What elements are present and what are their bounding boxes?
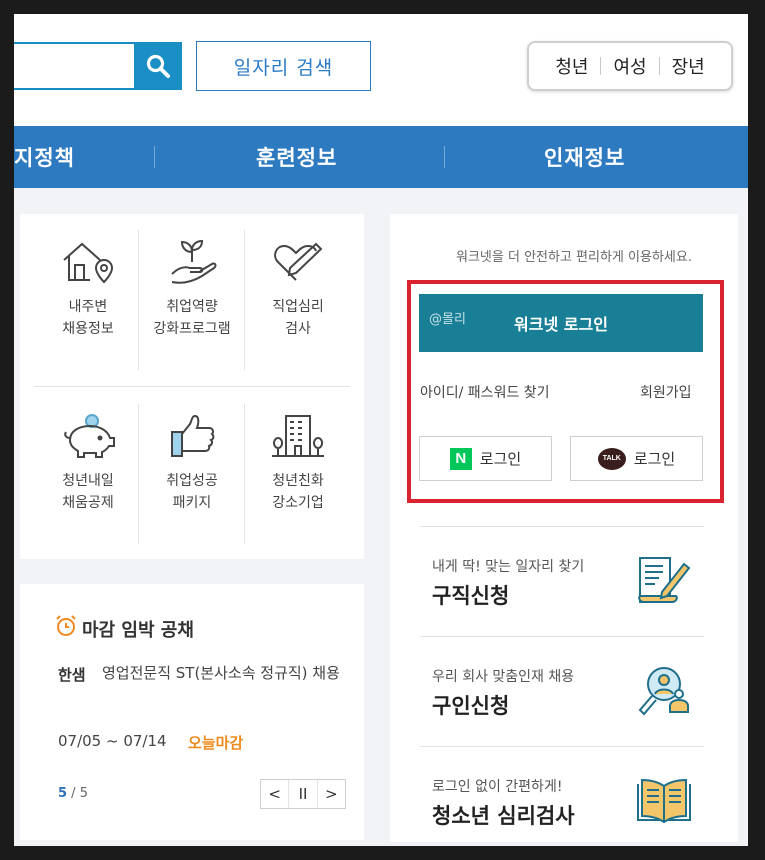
pause-button[interactable]: II: [288, 780, 316, 808]
service-youth-savings[interactable]: 청년내일 채움공제: [36, 388, 140, 528]
open-book-icon: [637, 778, 691, 824]
header: 일자리 검색 청년 여성 장년: [14, 14, 748, 126]
kakao-login-button[interactable]: TALK 로그인: [570, 436, 703, 481]
login-panel: 워크넷을 더 안전하고 편리하게 이용하세요. @몰리 워크넷 로그인 아이디/…: [390, 214, 738, 842]
service-label-line2: 채움공제: [62, 495, 114, 511]
target-youth-link[interactable]: 청년: [549, 53, 594, 79]
login-notice: 워크넷을 더 안전하고 편리하게 이용하세요.: [456, 250, 692, 265]
naver-icon: N: [449, 447, 472, 470]
worknet-login-button[interactable]: @몰리 워크넷 로그인: [419, 294, 703, 352]
prev-button[interactable]: <: [261, 780, 288, 808]
divider: [244, 230, 245, 370]
divider: [34, 386, 350, 387]
service-label-line1: 내주변: [68, 299, 108, 315]
deadline-status-badge: 오늘마감: [188, 734, 244, 752]
deadline-job-title[interactable]: 영업전문직 ST(본사소속 정규직) 채용: [102, 658, 352, 688]
main-nav: 지정책 훈련정보 인재정보: [14, 126, 748, 188]
page-total: 5: [79, 786, 88, 801]
service-label-line2: 강화프로그램: [153, 321, 231, 337]
divider: [600, 57, 602, 75]
service-youth-company[interactable]: 청년친화 강소기업: [246, 388, 350, 528]
thumbs-up-icon: [171, 414, 215, 457]
find-id-password-link[interactable]: 아이디/ 패스워드 찾기: [420, 382, 550, 402]
nav-divider: [154, 146, 155, 168]
search-icon: [146, 54, 170, 78]
sprout-hand-icon: [171, 239, 217, 284]
naver-login-button[interactable]: N 로그인: [419, 436, 552, 481]
deadline-title: 마감 임박 공채: [82, 620, 194, 641]
service-panel: 내주변 채용정보 취업역량 강화프로그램 직업심리 검사 청년내일 채움공제 취…: [20, 214, 364, 559]
magnifier-person-icon: [638, 667, 689, 716]
divider: [420, 526, 704, 527]
house-location-icon: [63, 242, 114, 284]
service-label-line1: 취업역량: [166, 299, 218, 315]
divider: [420, 746, 704, 747]
service-label-line2: 채용정보: [62, 321, 114, 337]
divider: [658, 57, 660, 75]
service-label-line2: 강소기업: [272, 495, 324, 511]
target-senior-link[interactable]: 장년: [666, 53, 711, 79]
building-icon: [272, 415, 324, 457]
quick-service-youth-psych-test[interactable]: 로그인 없이 간편하게! 청소년 심리검사: [420, 746, 704, 846]
quick-service-hiring[interactable]: 우리 회사 맞춤인재 채용 구인신청: [420, 636, 704, 746]
service-nearby-jobs[interactable]: 내주변 채용정보: [36, 214, 140, 354]
service-label-line2: 패키지: [172, 495, 212, 511]
service-label-line1: 직업심리: [272, 299, 324, 315]
quick-service-subtitle: 내게 딱! 맞는 일자리 찾기: [432, 559, 585, 575]
target-group-selector: 청년 여성 장년: [527, 41, 733, 91]
job-search-button[interactable]: 일자리 검색: [196, 41, 371, 91]
kakao-login-label: 로그인: [633, 450, 676, 468]
service-label-line1: 취업성공: [166, 473, 218, 489]
service-success-package[interactable]: 취업성공 패키지: [140, 388, 244, 528]
naver-login-label: 로그인: [479, 450, 522, 468]
nav-divider: [444, 146, 445, 168]
signup-link[interactable]: 회원가입: [640, 382, 692, 402]
divider: [244, 404, 245, 544]
deadline-date-range: 07/05 ~ 07/14: [58, 732, 167, 750]
quick-service-subtitle: 로그인 없이 간편하게!: [432, 779, 563, 795]
deadline-company[interactable]: 한샘: [58, 664, 86, 685]
service-employment-program[interactable]: 취업역량 강화프로그램: [140, 214, 244, 354]
target-women-link[interactable]: 여성: [607, 53, 652, 79]
page-separator: /: [67, 786, 80, 801]
nav-item-policy[interactable]: 지정책: [14, 126, 75, 188]
quick-service-subtitle: 우리 회사 맞춤인재 채용: [432, 669, 575, 685]
next-button[interactable]: >: [316, 780, 345, 808]
alarm-clock-icon: [56, 615, 76, 636]
piggy-bank-icon: [64, 414, 115, 458]
quick-service-job-seeking[interactable]: 내게 딱! 맞는 일자리 찾기 구직신청: [420, 526, 704, 636]
service-label-line1: 청년친화: [272, 473, 324, 489]
divider: [420, 636, 704, 637]
kakao-talk-icon: TALK: [597, 447, 626, 470]
page-frame: 일자리 검색 청년 여성 장년 지정책 훈련정보 인재정보 내주변 채용정보 취…: [14, 14, 748, 846]
service-label-line1: 청년내일: [62, 473, 114, 489]
heart-pen-icon: [274, 242, 323, 281]
quick-service-title: 청소년 심리검사: [432, 804, 575, 828]
document-pen-icon: [638, 557, 691, 603]
nav-item-talent[interactable]: 인재정보: [544, 126, 625, 188]
deadline-panel: 마감 임박 공채 한샘 영업전문직 ST(본사소속 정규직) 채용 07/05 …: [20, 584, 364, 840]
search-button[interactable]: [134, 42, 182, 90]
nav-item-training[interactable]: 훈련정보: [256, 126, 337, 188]
service-label-line2: 검사: [285, 321, 311, 337]
quick-service-title: 구직신청: [432, 584, 510, 608]
deadline-pager: < II >: [260, 779, 346, 809]
service-psych-test[interactable]: 직업심리 검사: [246, 214, 350, 354]
worknet-login-label: 워크넷 로그인: [514, 315, 608, 334]
quick-service-title: 구인신청: [432, 694, 510, 718]
deadline-page-indicator: 5 / 5: [58, 786, 88, 801]
page-current: 5: [58, 786, 68, 801]
